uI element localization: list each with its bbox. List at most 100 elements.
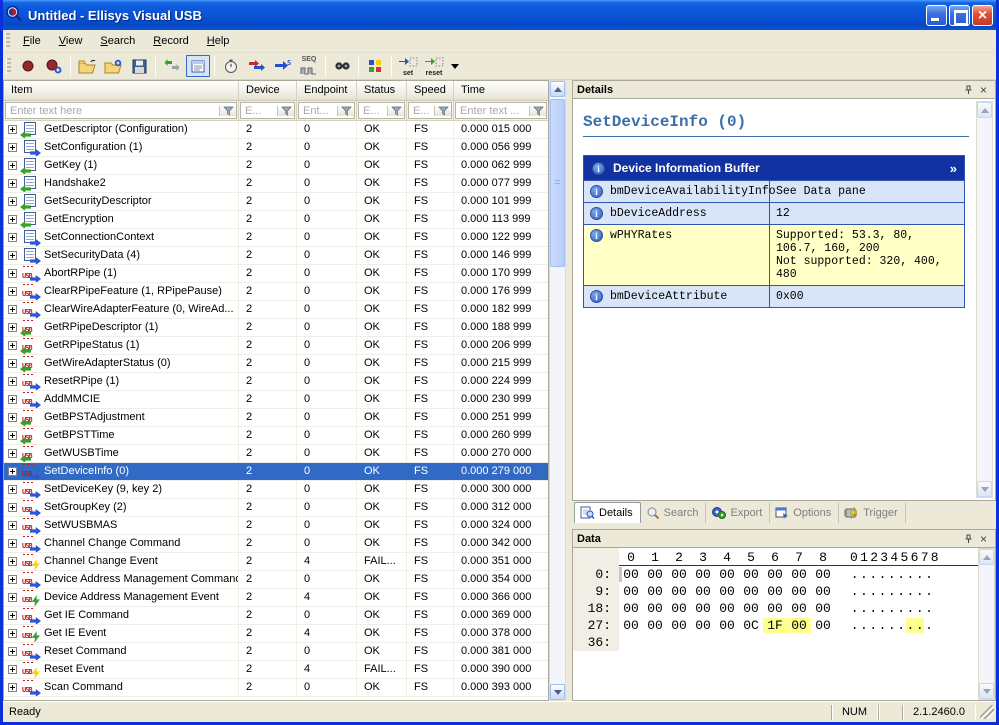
table-row[interactable]: Scan Command 2 0 OK FS 0.000 393 000 — [4, 679, 548, 697]
list-scrollbar[interactable] — [549, 80, 566, 701]
expand-icon[interactable] — [8, 593, 17, 602]
expand-icon[interactable] — [8, 179, 17, 188]
filter-funnel-icon[interactable] — [529, 106, 546, 116]
close-button[interactable] — [972, 5, 993, 26]
menu-search[interactable]: Search — [91, 32, 144, 50]
expand-icon[interactable] — [8, 557, 17, 566]
toolbar-grip[interactable] — [6, 58, 11, 74]
tab-details[interactable]: Details — [574, 502, 641, 523]
close-panel-icon[interactable]: × — [976, 532, 991, 546]
close-panel-icon[interactable]: × — [976, 83, 991, 97]
expand-icon[interactable] — [8, 323, 17, 332]
reset-marker-button[interactable]: reset — [422, 55, 446, 77]
hex-row[interactable]: 0: 000000000000000000 ......... — [573, 566, 978, 583]
hex-row[interactable]: 36: — [573, 634, 978, 651]
table-row[interactable]: GetBPSTAdjustment 2 0 OK FS 0.000 251 99… — [4, 409, 548, 427]
expand-icon[interactable] — [8, 395, 17, 404]
filter-input-time[interactable]: Enter text ... — [455, 102, 547, 119]
expand-icon[interactable] — [8, 647, 17, 656]
table-row[interactable]: Channel Change Command 2 0 OK FS 0.000 3… — [4, 535, 548, 553]
maximize-button[interactable] — [949, 5, 970, 26]
details-scrollbar[interactable] — [976, 101, 993, 498]
table-row[interactable]: ClearRPipeFeature (1, RPipePause) 2 0 OK… — [4, 283, 548, 301]
table-row[interactable]: Device Address Management Event 2 4 OK F… — [4, 589, 548, 607]
scroll-down-icon[interactable] — [977, 481, 992, 497]
tab-trigger[interactable]: Trigger — [839, 503, 905, 523]
expand-icon[interactable] — [8, 341, 17, 350]
packet-view-button[interactable] — [186, 55, 210, 77]
buffer-table-header[interactable]: i Device Information Buffer » — [584, 156, 964, 180]
table-row[interactable]: GetWireAdapterStatus (0) 2 0 OK FS 0.000… — [4, 355, 548, 373]
column-header-item[interactable]: Item — [4, 81, 239, 100]
table-row[interactable]: GetKey (1) 2 0 OK FS 0.000 062 999 — [4, 157, 548, 175]
record-new-button[interactable] — [42, 55, 66, 77]
table-row[interactable]: SetGroupKey (2) 2 0 OK FS 0.000 312 000 — [4, 499, 548, 517]
find-button[interactable] — [330, 55, 354, 77]
open-file-button[interactable] — [75, 55, 99, 77]
tab-search[interactable]: Search — [641, 503, 707, 523]
expand-icon[interactable] — [8, 503, 17, 512]
expand-icon[interactable] — [8, 485, 17, 494]
sequence-view-button[interactable]: SEQ — [297, 55, 321, 77]
column-header-status[interactable]: Status — [357, 81, 407, 100]
expand-icon[interactable] — [8, 359, 17, 368]
stopwatch-button[interactable] — [219, 55, 243, 77]
toolbar-overflow-icon[interactable] — [451, 64, 459, 69]
hex-row[interactable]: 9: 000000000000000000 ......... — [573, 583, 978, 600]
data-scroll-track[interactable] — [979, 565, 994, 683]
buffer-row[interactable]: i bDeviceAddress 12 — [584, 202, 964, 224]
hex-row[interactable]: 18: 000000000000000000 ......... — [573, 600, 978, 617]
display-colors-button[interactable] — [363, 55, 387, 77]
redirect-arrows-button[interactable] — [245, 55, 269, 77]
menu-record[interactable]: Record — [144, 32, 197, 50]
hex-row[interactable]: 27: 00000000000C1F0000 ......... — [573, 617, 978, 634]
open-append-button[interactable] — [101, 55, 125, 77]
table-row[interactable]: GetEncryption 2 0 OK FS 0.000 113 999 — [4, 211, 548, 229]
table-row[interactable]: AddMMCIE 2 0 OK FS 0.000 230 999 — [4, 391, 548, 409]
hex-grid[interactable]: 012345678 012345678 0: 00000000000000000… — [573, 548, 978, 700]
scroll-down-icon[interactable] — [550, 684, 565, 700]
table-row[interactable]: ClearWireAdapterFeature (0, WireAd... 2 … — [4, 301, 548, 319]
filter-funnel-icon[interactable] — [387, 106, 404, 116]
table-row[interactable]: Device Address Management Command 2 0 OK… — [4, 571, 548, 589]
buffer-row[interactable]: i wPHYRates Supported: 53.3, 80, 106.7, … — [584, 224, 964, 285]
column-header-device[interactable]: Device — [239, 81, 297, 100]
column-header-endpoint[interactable]: Endpoint — [297, 81, 357, 100]
tab-export[interactable]: Export — [706, 503, 770, 523]
filter-funnel-icon[interactable] — [277, 106, 294, 116]
expand-icon[interactable] — [8, 161, 17, 170]
expand-icon[interactable] — [8, 629, 17, 638]
table-row[interactable]: SetConnectionContext 2 0 OK FS 0.000 122… — [4, 229, 548, 247]
filter-funnel-icon[interactable] — [434, 106, 451, 116]
table-row[interactable]: ResetRPipe (1) 2 0 OK FS 0.000 224 999 — [4, 373, 548, 391]
expand-icon[interactable] — [8, 449, 17, 458]
data-scrollbar[interactable] — [978, 548, 995, 700]
filter-funnel-icon[interactable] — [219, 106, 236, 116]
table-row[interactable]: SetWUSBMAS 2 0 OK FS 0.000 324 000 — [4, 517, 548, 535]
table-row[interactable]: Reset Event 2 4 FAIL... FS 0.000 390 000 — [4, 661, 548, 679]
table-row[interactable]: Get IE Command 2 0 OK FS 0.000 369 000 — [4, 607, 548, 625]
expand-icon[interactable] — [8, 539, 17, 548]
menu-help[interactable]: Help — [198, 32, 239, 50]
filter-input-status[interactable]: E... — [358, 102, 405, 119]
table-row[interactable]: Reset Command 2 0 OK FS 0.000 381 000 — [4, 643, 548, 661]
buffer-row[interactable]: i bmDeviceAvailabilityInfo See Data pane — [584, 180, 964, 202]
pin-icon[interactable] — [961, 532, 976, 546]
filter-input-device[interactable]: E... — [240, 102, 295, 119]
table-row[interactable]: SetDeviceInfo (0) 2 0 OK FS 0.000 279 00… — [4, 463, 548, 481]
expand-icon[interactable] — [8, 665, 17, 674]
scroll-up-icon[interactable] — [977, 102, 992, 118]
column-header-speed[interactable]: Speed — [407, 81, 454, 100]
scroll-up-icon[interactable] — [550, 81, 565, 97]
scroll-down-icon[interactable] — [979, 683, 994, 699]
expand-icon[interactable] — [8, 125, 17, 134]
minimize-button[interactable] — [926, 5, 947, 26]
expand-icon[interactable] — [8, 521, 17, 530]
filter-input-item[interactable]: Enter text here — [5, 102, 237, 119]
tab-options[interactable]: Options — [770, 503, 839, 523]
expand-icon[interactable] — [8, 251, 17, 260]
save-button[interactable] — [127, 55, 151, 77]
expand-icon[interactable] — [8, 269, 17, 278]
expand-icon[interactable] — [8, 215, 17, 224]
menu-file[interactable]: File — [14, 32, 50, 50]
